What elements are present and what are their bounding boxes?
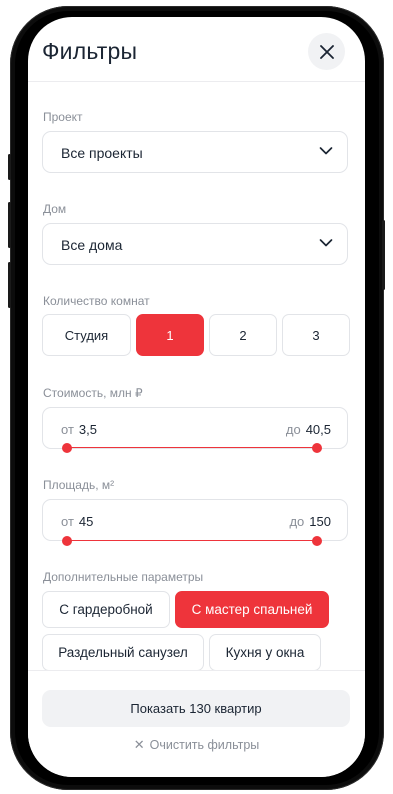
room-option-2[interactable]: 2 [209,314,277,356]
show-apartments-button[interactable]: Показать 130 квартир [42,690,350,727]
house-label: Дом [43,202,67,216]
chevron-down-icon [319,147,333,155]
area-from[interactable]: от 45 [61,514,93,529]
area-to-prefix: до [289,514,305,529]
area-to-value: 150 [309,514,331,529]
extras-label: Дополнительные параметры [43,570,204,584]
rooms-label: Количество комнат [43,294,150,308]
area-from-value: 45 [78,514,94,529]
area-slider-track [67,540,317,541]
close-icon [319,44,334,59]
price-to[interactable]: до 40,5 [286,422,331,437]
price-slider-max-handle[interactable] [312,443,322,453]
chip-master-bedroom[interactable]: С мастер спальней [175,591,329,628]
close-button[interactable] [308,33,345,70]
clear-filters-link[interactable]: ✕ Очистить фильтры [28,737,365,753]
chip-wardrobe[interactable]: С гардеробной [42,591,170,628]
header: Фильтры [28,17,365,82]
room-option-1[interactable]: 1 [136,314,204,356]
footer: Показать 130 квартир ✕ Очистить фильтры [28,670,365,777]
chip-kitchen-window[interactable]: Кухня у окна [209,634,321,671]
price-from-prefix: от [61,422,74,437]
clear-filters-label: Очистить фильтры [149,738,260,752]
price-to-value: 40,5 [305,422,331,437]
volume-down-button [8,262,11,308]
area-label: Площадь, м² [43,478,115,492]
room-option-3[interactable]: 3 [282,314,350,356]
price-slider-track [67,447,317,448]
price-range-inputs[interactable]: от 3,5 до 40,5 [42,407,348,449]
area-from-prefix: от [61,514,74,529]
house-select-value: Все дома [61,237,123,253]
area-slider-max-handle[interactable] [312,536,322,546]
close-icon: ✕ [133,737,145,752]
project-select-value: Все проекты [61,145,143,161]
volume-up-button [8,202,11,248]
price-from[interactable]: от 3,5 [61,422,97,437]
price-slider-min-handle[interactable] [62,443,72,453]
chevron-down-icon [319,239,333,247]
price-to-prefix: до [285,422,301,437]
page-title: Фильтры [42,38,138,64]
chip-separate-bathroom[interactable]: Раздельный санузел [42,634,204,671]
house-select[interactable]: Все дома [42,223,348,265]
area-slider-min-handle[interactable] [62,536,72,546]
project-label: Проект [43,110,83,124]
project-select[interactable]: Все проекты [42,131,348,173]
price-from-value: 3,5 [78,422,97,437]
area-range-inputs[interactable]: от 45 до 150 [42,499,348,541]
mute-switch [8,154,11,180]
power-button [382,220,385,290]
area-to[interactable]: до 150 [289,514,331,529]
filters-screen: Фильтры Проект Все проекты Дом Все дома … [28,17,365,777]
price-label: Стоимость, млн ₽ [43,386,143,400]
room-option-studio[interactable]: Студия [42,314,131,356]
